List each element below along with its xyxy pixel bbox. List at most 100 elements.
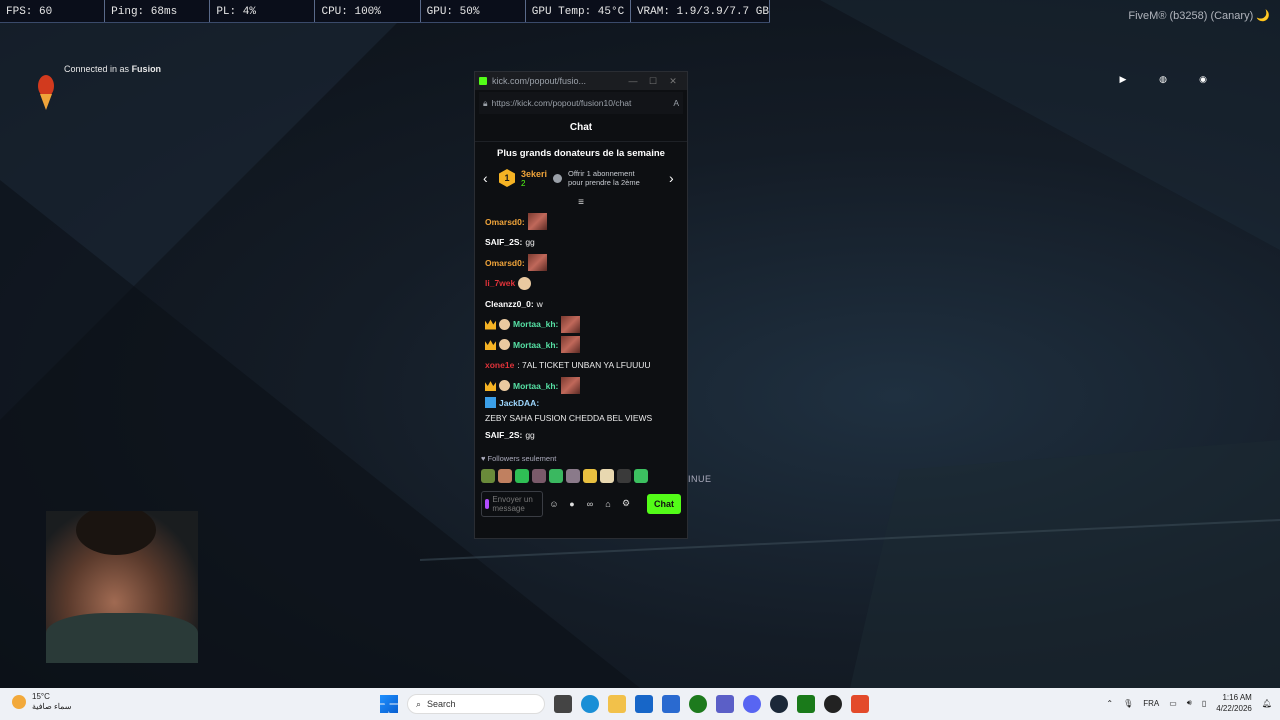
- chat-message-list: Omarsd0: SAIF_2S: gg Omarsd0: li_7wek Cleanzz…: [475, 212, 687, 444]
- taskbar-search-label: Search: [427, 699, 456, 709]
- close-button[interactable]: ✕: [663, 76, 683, 87]
- emote-icon[interactable]: [634, 468, 648, 483]
- weather-description: سماء صافية: [32, 702, 72, 711]
- chat-input-placeholder: Envoyer un message: [492, 494, 533, 513]
- chat-message: li_7wek: [485, 274, 677, 293]
- donor-name[interactable]: 3ekeri: [521, 169, 547, 179]
- chat-username[interactable]: Omarsd0:: [485, 257, 525, 269]
- chat-username[interactable]: li_7wek: [485, 277, 515, 289]
- send-chat-button[interactable]: Chat: [647, 493, 681, 514]
- stat-ping: Ping: 68ms: [105, 0, 211, 22]
- windows-taskbar: 15°C سماء صافية ⌕ Search ⌃ 🎙︎ FRA ▭ 🔊︎ ▯…: [0, 688, 1280, 720]
- chat-message: Mortaa_kh:: [485, 335, 677, 354]
- emote-icon[interactable]: [566, 468, 580, 483]
- keyboard-language[interactable]: FRA: [1143, 699, 1159, 708]
- crown-badge-icon: [485, 319, 496, 330]
- emote-icon[interactable]: [600, 468, 614, 483]
- chat-title: Chat: [475, 116, 687, 142]
- taskbar-search[interactable]: ⌕ Search: [407, 694, 545, 714]
- teams-icon[interactable]: [716, 695, 734, 713]
- stat-vram: VRAM: 1.9/3.9/7.7 GB: [631, 0, 770, 22]
- chat-username[interactable]: JackDAA:: [499, 397, 539, 409]
- emote-image: [561, 336, 581, 353]
- microphone-icon[interactable]: 🎙︎: [1123, 699, 1133, 708]
- discord-app-icon[interactable]: [743, 695, 761, 713]
- gift-offer-text[interactable]: Offrir 1 abonnement pour prendre la 2ème: [568, 169, 663, 187]
- windows-start-icon[interactable]: [380, 695, 398, 713]
- emote-icon[interactable]: [515, 468, 529, 483]
- fivem-app-icon[interactable]: [851, 695, 869, 713]
- file-explorer-icon[interactable]: [608, 695, 626, 713]
- obs-icon[interactable]: [824, 695, 842, 713]
- face-badge-icon: [499, 318, 510, 330]
- emote-icon[interactable]: [481, 468, 495, 483]
- continue-text: INUE: [688, 474, 712, 484]
- stat-fps: FPS: 60: [0, 0, 106, 22]
- jack-badge-icon: [485, 397, 496, 408]
- stat-gpu-temp: GPU Temp: 45°C: [526, 0, 631, 22]
- battery-icon[interactable]: ▯: [1202, 699, 1206, 708]
- chat-message-text: gg: [525, 429, 535, 440]
- website-globe-icon[interactable]: ◍: [1157, 73, 1169, 85]
- search-icon: ⌕: [416, 698, 422, 709]
- emote-icon[interactable]: [617, 468, 631, 483]
- crown-badge-icon: [485, 340, 496, 350]
- chat-message-text: w: [536, 298, 543, 309]
- minimize-button[interactable]: —: [623, 76, 643, 86]
- chat-username[interactable]: Cleanzz0_0:: [485, 298, 534, 310]
- steam-icon[interactable]: [770, 695, 788, 713]
- face-badge-icon: [499, 339, 510, 350]
- system-tray: ⌃ 🎙︎ FRA ▭ 🔊︎ ▯ 1:16 AM 4/22/2026 🔔︎: [1106, 692, 1272, 714]
- performance-stats-bar: FPS: 60 Ping: 68ms PL: 4% CPU: 100% GPU:…: [0, 0, 770, 23]
- xbox-icon[interactable]: [689, 695, 707, 713]
- poll-icon[interactable]: ●: [565, 499, 579, 509]
- chat-message: SAIF_2S: gg: [485, 425, 677, 444]
- infinity-icon[interactable]: ∞: [583, 499, 597, 509]
- chat-message: Omarsd0:: [485, 212, 677, 231]
- emote-icon[interactable]: [498, 468, 512, 483]
- chat-username[interactable]: SAIF_2S:: [485, 236, 522, 248]
- terminal-icon[interactable]: [797, 695, 815, 713]
- network-icon[interactable]: ▭: [1169, 699, 1177, 708]
- mic-icon[interactable]: [485, 498, 490, 509]
- emote-icon[interactable]: [549, 468, 563, 483]
- address-bar[interactable]: 🔒︎ https://kick.com/popout/fusion10/chat…: [479, 92, 683, 114]
- edge-browser-icon[interactable]: [581, 695, 599, 713]
- chat-username[interactable]: Mortaa_kh:: [513, 380, 558, 392]
- top-donors-title: Plus grands donateurs de la semaine: [497, 148, 665, 159]
- emote-image: [527, 254, 547, 271]
- tray-expand-icon[interactable]: ⌃: [1106, 699, 1113, 708]
- notification-bell-icon[interactable]: 🔔︎: [1262, 699, 1272, 708]
- chat-username[interactable]: SAIF_2S:: [485, 429, 522, 441]
- emote-icon[interactable]: [583, 468, 597, 483]
- next-arrow-icon[interactable]: ›: [669, 170, 679, 186]
- settings-gear-icon[interactable]: ⚙: [619, 498, 633, 509]
- discord-icon[interactable]: ◉: [1197, 73, 1209, 85]
- social-links: ▶ ◍ ◉: [1117, 73, 1209, 85]
- emote-image: [527, 213, 547, 230]
- outlook-icon[interactable]: [635, 695, 653, 713]
- store-icon[interactable]: ⌂: [601, 499, 615, 509]
- kick-icon: [479, 77, 487, 85]
- chat-username[interactable]: Mortaa_kh:: [513, 318, 558, 330]
- chat-input-row: Envoyer un message ☺ ● ∞ ⌂ ⚙ Chat: [475, 485, 687, 523]
- chat-username[interactable]: Mortaa_kh:: [513, 339, 558, 351]
- read-aloud-icon[interactable]: A: [673, 98, 679, 108]
- emote-picker-icon[interactable]: ☺: [547, 499, 561, 509]
- stat-packet-loss: PL: 4%: [210, 0, 316, 22]
- task-view-icon[interactable]: [554, 695, 572, 713]
- chat-message-input[interactable]: Envoyer un message: [481, 490, 543, 517]
- weather-widget[interactable]: 15°C سماء صافية: [12, 692, 72, 712]
- chat-username[interactable]: Omarsd0:: [485, 216, 525, 228]
- chat-username[interactable]: xone1e: [485, 359, 514, 371]
- volume-icon[interactable]: 🔊︎: [1187, 698, 1192, 708]
- taskbar-clock[interactable]: 1:16 AM 4/22/2026: [1216, 692, 1252, 714]
- emote-icon[interactable]: [532, 468, 546, 483]
- youtube-icon[interactable]: ▶: [1117, 73, 1129, 85]
- emote-image: [561, 377, 581, 394]
- store-app-icon[interactable]: [662, 695, 680, 713]
- chat-message-text: : 7AL TICKET UNBAN YA LFUUUU: [517, 360, 651, 370]
- previous-arrow-icon[interactable]: ‹: [483, 170, 493, 186]
- pinned-message-toggle-icon[interactable]: ≡: [475, 197, 687, 208]
- maximize-button[interactable]: ☐: [643, 76, 663, 87]
